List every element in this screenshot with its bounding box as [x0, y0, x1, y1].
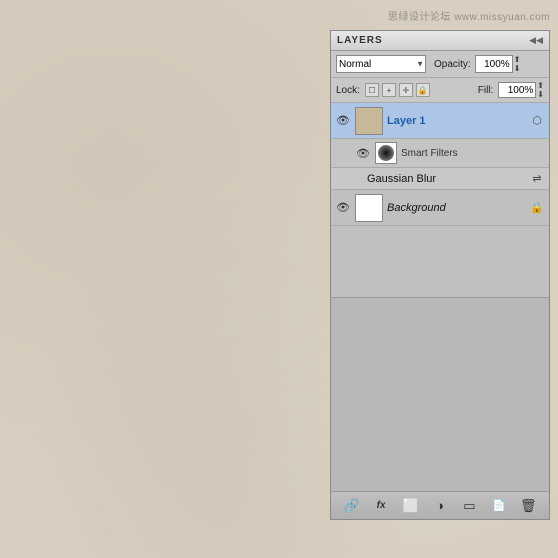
thumb-layer1-graphic	[356, 108, 382, 134]
smart-filter-circle	[378, 145, 394, 161]
new-layer-button[interactable]: 📄	[489, 497, 509, 515]
lock-move-icon[interactable]: ✛	[399, 83, 413, 97]
lock-fill-row: Lock: ☐ + ✛ 🔒 Fill: ⬆⬇	[331, 78, 549, 103]
layer-item-background[interactable]: 👁 Background 🔒	[331, 190, 549, 226]
layer1-right-icon: ⬡	[529, 114, 545, 127]
layers-panel: LAYERS ◀◀ Normal Multiply Screen Overlay…	[330, 30, 550, 520]
layer-name-gaussian-blur: Gaussian Blur	[367, 173, 525, 185]
layer-item-layer1[interactable]: 👁 Layer 1 ⬡	[331, 103, 549, 139]
visibility-icon-layer1[interactable]: 👁	[335, 113, 351, 129]
thumbnail-background	[355, 194, 383, 222]
panel-titlebar: LAYERS ◀◀	[331, 31, 549, 51]
layer-item-smart-filters[interactable]: 👁 Smart Filters	[331, 139, 549, 168]
link-layers-button[interactable]: 🔗	[342, 497, 362, 515]
opacity-arrows-icon: ⬆⬇	[514, 55, 521, 73]
layer-name-background: Background	[387, 202, 525, 214]
adjustment-button[interactable]: ◑	[430, 497, 450, 515]
blend-mode-select[interactable]: Normal Multiply Screen Overlay	[336, 55, 426, 73]
visibility-icon-smart-filters[interactable]: 👁	[355, 145, 371, 161]
fill-input[interactable]	[498, 82, 536, 98]
fill-input-wrapper: ⬆⬇	[498, 81, 544, 99]
lock-icons-group: ☐ + ✛ 🔒	[365, 83, 430, 97]
opacity-input[interactable]	[475, 55, 513, 73]
opacity-label: Opacity:	[434, 59, 471, 70]
lock-paint-icon[interactable]: +	[382, 83, 396, 97]
layers-empty-area	[331, 298, 549, 492]
thumb-smart-graphic	[376, 143, 396, 163]
add-mask-button[interactable]: ⬜	[401, 497, 421, 515]
panel-title: LAYERS	[337, 35, 383, 46]
lock-transparency-icon[interactable]: ☐	[365, 83, 379, 97]
delete-layer-button[interactable]: 🗑	[518, 497, 538, 515]
thumbnail-layer1	[355, 107, 383, 135]
opacity-input-wrapper: ⬆⬇	[475, 55, 521, 73]
fill-label: Fill:	[478, 85, 494, 96]
lock-label: Lock:	[336, 85, 360, 96]
blend-mode-wrapper: Normal Multiply Screen Overlay ▼	[336, 55, 426, 73]
lock-all-icon[interactable]: 🔒	[416, 83, 430, 97]
layer-name-smart-filters: Smart Filters	[401, 148, 545, 159]
thumb-background-graphic	[356, 195, 382, 221]
panel-toolbar: 🔗 fx ⬜ ◑ ▭ 📄 🗑	[331, 491, 549, 519]
visibility-icon-background[interactable]: 👁	[335, 200, 351, 216]
fx-button[interactable]: fx	[371, 497, 391, 515]
collapse-arrow[interactable]: ◀◀	[529, 35, 543, 46]
watermark-text: 思绿设计论坛 www.missyuan.com	[388, 8, 550, 23]
layers-list: 👁 Layer 1 ⬡ 👁 Smart Filters Gaussian Blu…	[331, 103, 549, 298]
layer-name-layer1: Layer 1	[387, 115, 525, 127]
thumbnail-smart-filters	[375, 142, 397, 164]
fill-arrows-icon: ⬆⬇	[537, 81, 544, 99]
blend-opacity-row: Normal Multiply Screen Overlay ▼ Opacity…	[331, 51, 549, 78]
layer-item-gaussian-blur[interactable]: Gaussian Blur ⇌	[331, 168, 549, 190]
gaussian-blur-adjust-icon: ⇌	[529, 172, 545, 185]
group-button[interactable]: ▭	[459, 497, 479, 515]
background-lock-icon: 🔒	[529, 201, 545, 214]
